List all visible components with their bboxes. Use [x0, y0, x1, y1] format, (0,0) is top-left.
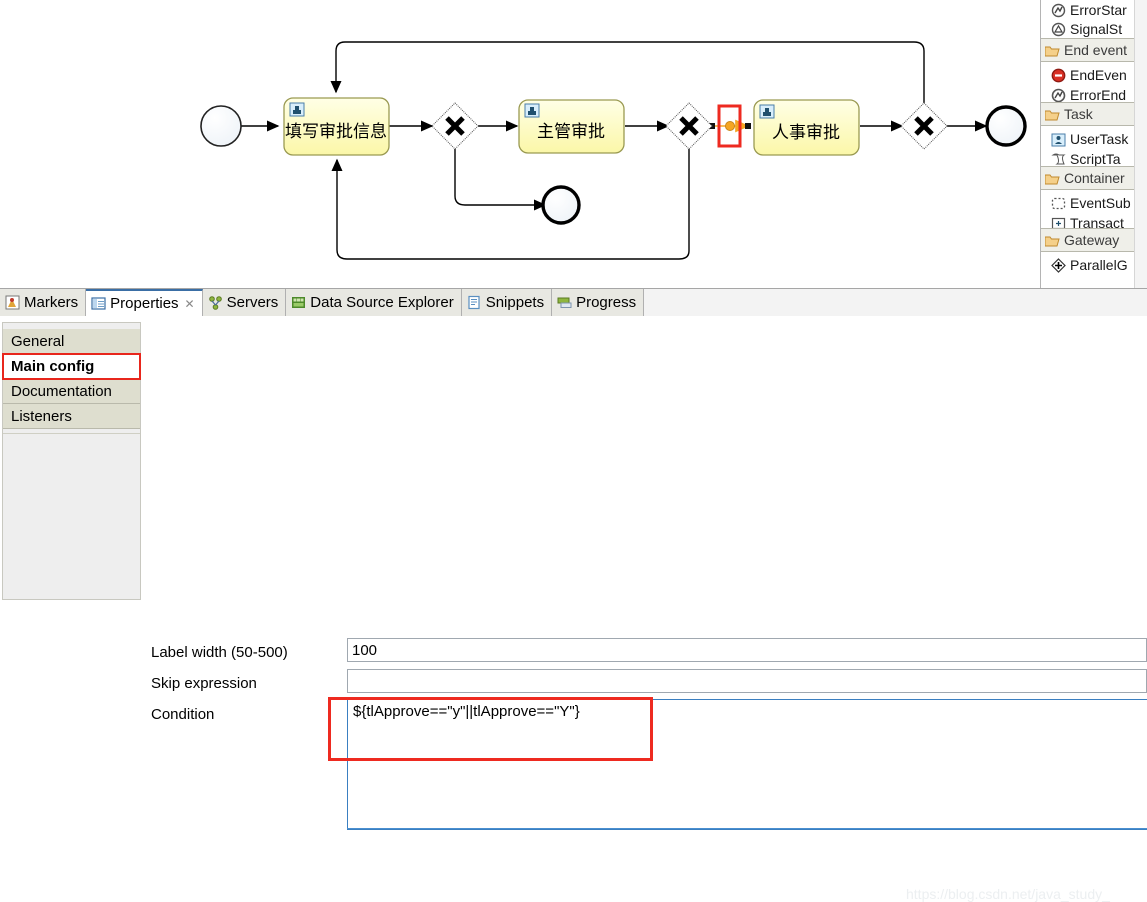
servers-icon	[208, 292, 223, 310]
palette-item-label: ErrorEnd	[1070, 88, 1127, 102]
palette-group-label: Container	[1064, 170, 1125, 186]
palette-item-label: EndEven	[1070, 67, 1127, 83]
bpmn-palette[interactable]: ErrorStar SignalSt End event EndEven Err…	[1040, 0, 1147, 288]
event-subprocess-icon	[1051, 193, 1066, 210]
folder-icon	[1044, 170, 1060, 185]
close-icon[interactable]: ✕	[185, 297, 195, 311]
tab-data-source-explorer[interactable]: Data Source Explorer	[286, 289, 462, 316]
palette-item-errorstart[interactable]: ErrorStar	[1041, 0, 1147, 20]
tab-properties[interactable]: Properties ✕	[86, 289, 203, 317]
sidebar-item-listeners[interactable]: Listeners	[3, 404, 140, 429]
bpmn-diagram-canvas[interactable]: 填写审批信息 主管审批 人事审批	[0, 0, 1040, 288]
palette-scrollbar[interactable]	[1134, 0, 1147, 288]
label-width-input[interactable]	[347, 638, 1147, 662]
palette-item-scripttask[interactable]: ScriptTa	[1041, 152, 1147, 166]
transaction-icon	[1051, 216, 1066, 228]
tab-progress[interactable]: Progress	[552, 289, 645, 316]
palette-item-label: UserTask	[1070, 131, 1129, 147]
palette-item-eventsubprocess[interactable]: EventSub	[1041, 190, 1147, 216]
snippets-icon	[467, 292, 482, 310]
palette-item-usertask[interactable]: UserTask	[1041, 126, 1147, 152]
watermark: https://blog.csdn.net/java_study_	[906, 886, 1110, 902]
highlight-box	[2, 353, 141, 380]
end-event-icon	[1051, 65, 1066, 83]
sidetab-bottom-spacer	[3, 429, 140, 434]
palette-item-label: ScriptTa	[1070, 152, 1121, 166]
properties-tab-list[interactable]: General Main config Documentation Listen…	[2, 322, 141, 600]
palette-item-transaction[interactable]: Transact	[1041, 216, 1147, 228]
condition-field-wrapper	[347, 699, 1147, 830]
sidebar-item-main-config[interactable]: Main config	[2, 353, 141, 380]
palette-group-label: Gateway	[1064, 232, 1120, 248]
palette-item-label: Transact	[1070, 216, 1124, 228]
svg-text:填写审批信息: 填写审批信息	[285, 122, 387, 142]
properties-view: General Main config Documentation Listen…	[0, 316, 1147, 902]
tab-servers[interactable]: Servers	[202, 289, 287, 316]
parallel-gateway-icon	[1051, 255, 1066, 273]
properties-icon	[91, 294, 106, 310]
palette-group-gateway[interactable]: Gateway	[1041, 228, 1147, 252]
palette-group-label: End event	[1064, 42, 1128, 58]
script-task-icon	[1051, 152, 1066, 166]
tab-snippets[interactable]: Snippets	[461, 289, 553, 316]
tab-label: Properties	[110, 295, 179, 312]
palette-item-label: SignalSt	[1070, 21, 1123, 37]
tab-label: Progress	[576, 294, 637, 311]
sidebar-item-general[interactable]: General	[3, 329, 140, 354]
sidetab-label: General	[11, 333, 65, 350]
palette-group-end-event[interactable]: End event	[1041, 38, 1147, 62]
skip-expression-input[interactable]	[347, 669, 1147, 693]
markers-icon	[5, 292, 20, 310]
palette-group-label: Task	[1064, 106, 1093, 122]
data-source-icon	[291, 292, 306, 308]
tab-label: Data Source Explorer	[310, 294, 454, 311]
folder-icon	[1044, 106, 1060, 121]
palette-item-label: ParallelG	[1070, 257, 1128, 273]
palette-item-parallelgateway[interactable]: ParallelG	[1041, 252, 1147, 278]
sidetab-label: Documentation	[11, 383, 112, 400]
error-end-icon	[1051, 88, 1066, 102]
condition-label: Condition	[151, 706, 215, 723]
view-tab-bar[interactable]: Markers Properties ✕ Servers Data Source …	[0, 288, 1147, 317]
progress-icon	[557, 292, 572, 308]
tab-label: Markers	[24, 294, 79, 311]
selected-sequence-flow	[709, 104, 751, 148]
signal-start-icon	[1051, 22, 1066, 37]
tab-markers[interactable]: Markers	[0, 289, 87, 316]
palette-item-errorend[interactable]: ErrorEnd	[1041, 88, 1147, 102]
tab-label: Servers	[226, 294, 279, 311]
tab-label: Snippets	[485, 294, 545, 311]
condition-bottom-edge	[347, 828, 1147, 831]
svg-text:主管审批: 主管审批	[537, 122, 605, 142]
palette-item-label: EventSub	[1070, 195, 1131, 211]
svg-text:人事审批: 人事审批	[772, 123, 840, 143]
palette-item-signalstart[interactable]: SignalSt	[1041, 20, 1147, 38]
folder-icon	[1044, 42, 1060, 57]
skip-expression-label: Skip expression	[151, 675, 257, 692]
sidebar-item-documentation[interactable]: Documentation	[3, 379, 140, 404]
user-task-icon	[1051, 129, 1066, 147]
sidetab-label: Listeners	[11, 408, 72, 425]
condition-input[interactable]	[347, 699, 1147, 830]
label-width-label: Label width (50-500)	[151, 644, 288, 661]
folder-icon	[1044, 232, 1060, 247]
palette-group-container[interactable]: Container	[1041, 166, 1147, 190]
palette-group-task[interactable]: Task	[1041, 102, 1147, 126]
palette-item-label: ErrorStar	[1070, 2, 1127, 18]
error-start-icon	[1051, 3, 1066, 18]
palette-item-endevent[interactable]: EndEven	[1041, 62, 1147, 88]
